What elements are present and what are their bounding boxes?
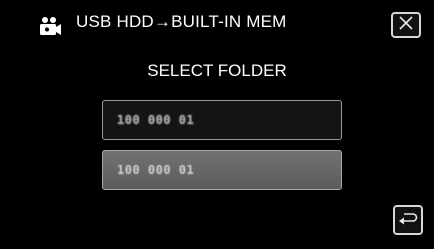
return-arrow-icon <box>398 210 418 231</box>
close-button[interactable] <box>391 12 421 38</box>
video-camera-icon <box>38 14 62 38</box>
folder-item-1[interactable]: 100 000 01 <box>102 100 342 140</box>
page-subtitle: SELECT FOLDER <box>147 61 287 80</box>
folder-list: 100 000 01 100 000 01 <box>102 100 342 200</box>
back-button[interactable] <box>393 205 423 235</box>
folder-label: 100 000 01 <box>117 113 195 127</box>
folder-label: 100 000 01 <box>117 163 195 177</box>
screen-title: USB HDD→BUILT-IN MEM <box>76 12 287 31</box>
header-bar: USB HDD→BUILT-IN MEM <box>0 0 434 50</box>
folder-item-2[interactable]: 100 000 01 <box>102 150 342 190</box>
close-x-icon <box>399 15 413 35</box>
